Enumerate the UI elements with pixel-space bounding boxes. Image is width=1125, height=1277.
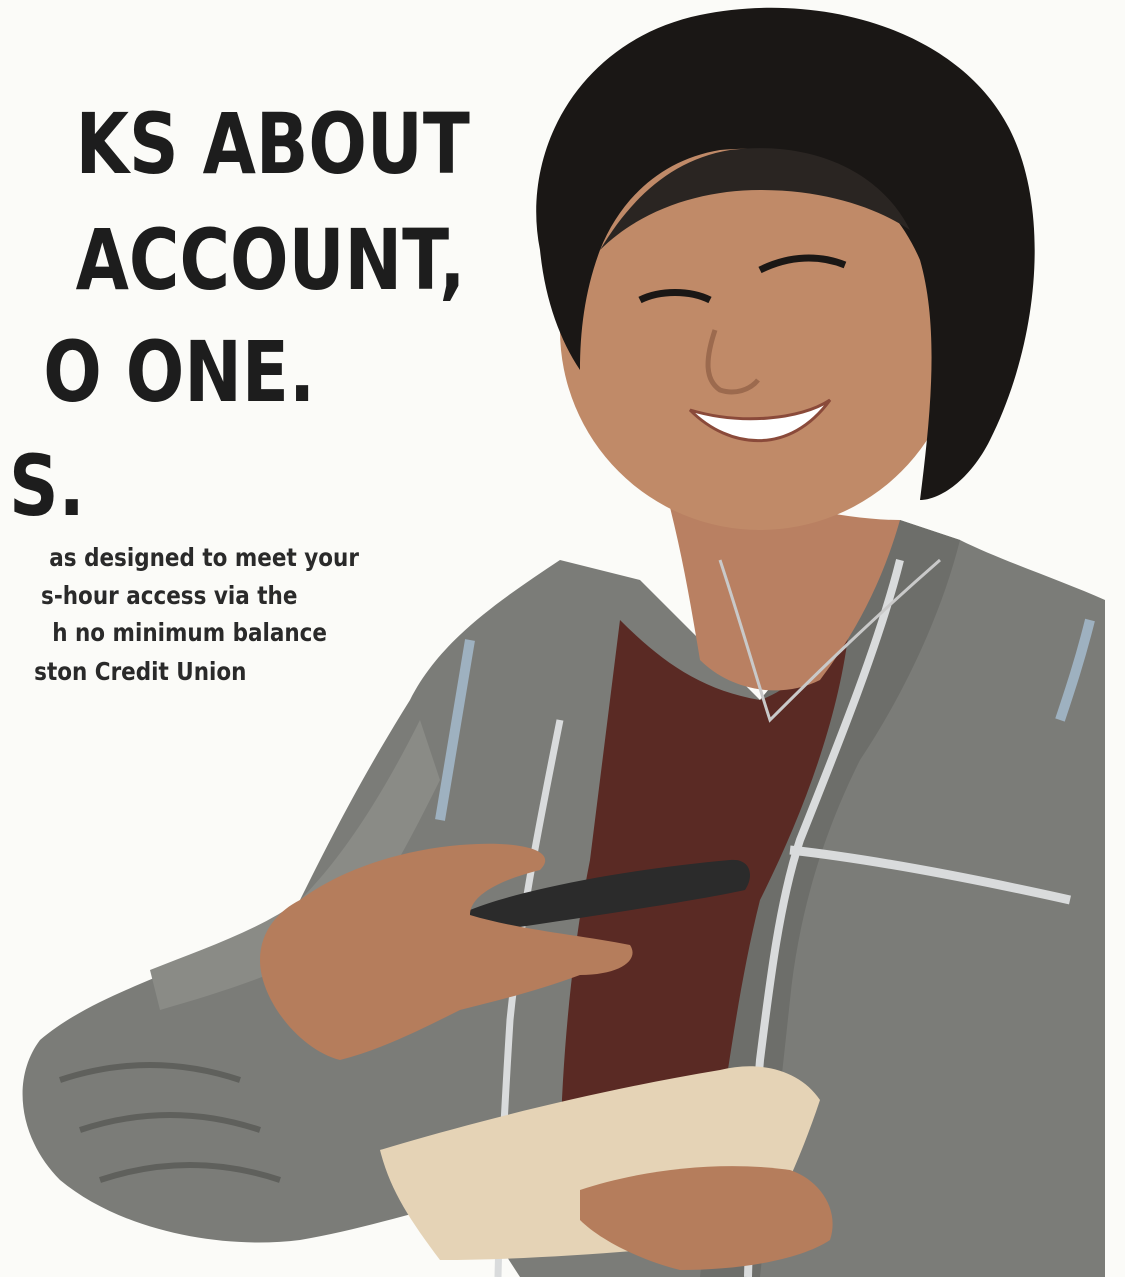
body-line-4: ston Credit Union (34, 657, 247, 686)
body-line-1: as designed to meet your (49, 543, 359, 572)
headline-line-3: O ONE. (43, 323, 316, 421)
headline-line-2: ACCOUNT, (75, 211, 466, 309)
body-line-3: h no minimum balance (52, 618, 327, 647)
body-line-2: s-hour access via the (41, 581, 298, 610)
advertisement: KS ABOUT ACCOUNT, O ONE. S. as designed … (0, 0, 1125, 1277)
ad-copy: KS ABOUT ACCOUNT, O ONE. S. as designed … (0, 0, 560, 720)
headline-line-4: S. (9, 437, 85, 535)
headline-line-1: KS ABOUT (75, 95, 470, 193)
